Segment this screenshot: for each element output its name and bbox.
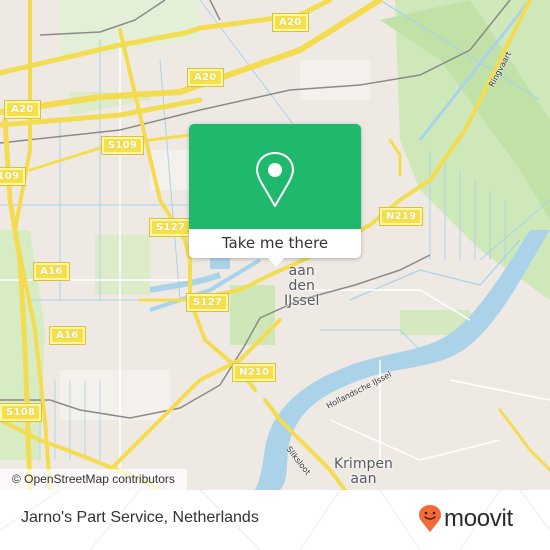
road-shield-a16: A16	[33, 262, 70, 281]
place-label-line: aan	[288, 263, 315, 279]
moovit-logo[interactable]: moovit	[419, 502, 513, 536]
road-shield-s108: S108	[0, 403, 43, 422]
road-shield-s127: S127	[185, 293, 230, 312]
place-label-line: IJssel	[284, 293, 320, 309]
place-label-line: Krimpen	[334, 456, 393, 472]
map-pin-icon	[256, 152, 294, 207]
road-shield-s109: S109	[0, 167, 27, 186]
road-shield-a20: A20	[4, 100, 41, 119]
place-label-line: den	[288, 278, 315, 294]
place-label-capelle: aan den IJssel	[284, 264, 319, 309]
road-shield-s127: S127	[148, 218, 193, 237]
road-shield-a16: A16	[49, 326, 86, 345]
place-name: Jarno's Part Service, Netherlands	[21, 509, 259, 526]
popup-pointer	[267, 257, 285, 267]
moovit-smiley-pin-icon	[419, 505, 441, 532]
road-shield-a20: A20	[272, 13, 309, 32]
map-attribution[interactable]: © OpenStreetMap contributors	[0, 469, 187, 490]
road-shield-a20: A20	[187, 68, 224, 87]
location-popup: Take me there	[189, 124, 361, 267]
road-shield-n210: N210	[231, 363, 277, 382]
map-canvas[interactable]: A20 A20 A20 S109 S109 S127 S127 A16 A16 …	[0, 0, 550, 490]
road-shield-n219: N219	[378, 207, 424, 226]
footer-bar: Jarno's Part Service, Netherlands moovit	[0, 490, 550, 550]
take-me-there-button[interactable]: Take me there	[189, 229, 361, 258]
moovit-wordmark: moovit	[444, 505, 513, 532]
place-label-krimpen: Krimpen aan	[334, 457, 393, 487]
place-label-line: aan	[350, 471, 377, 487]
road-shield-s109: S109	[100, 136, 145, 155]
popup-header	[189, 124, 361, 229]
